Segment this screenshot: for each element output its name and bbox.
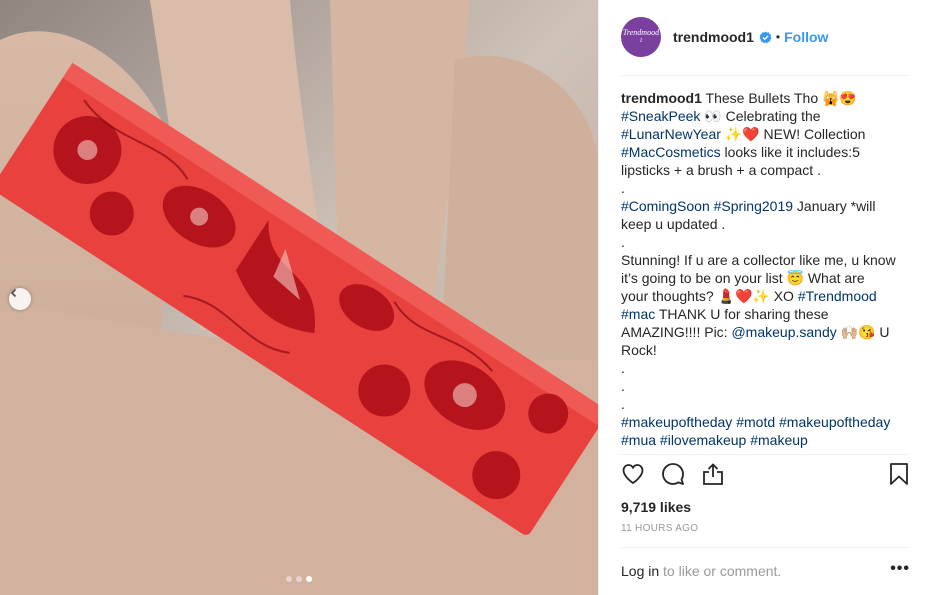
avatar-text: Trendmood — [622, 28, 660, 37]
caption-text: THANK U for sharing these — [655, 306, 829, 322]
hashtag-link[interactable]: #mua — [621, 432, 656, 448]
caption-line: #SneakPeek 👀 Celebrating the — [621, 107, 913, 125]
caption-divider — [621, 454, 909, 455]
hashtag-link[interactable]: #makeup — [750, 432, 808, 448]
heart-icon[interactable] — [621, 462, 645, 486]
hashtag-link[interactable]: #Spring2019 — [714, 198, 793, 214]
carousel-dot — [296, 576, 302, 582]
caption-line: . — [621, 377, 913, 395]
caption-text: . — [621, 396, 625, 412]
footer-divider — [621, 547, 909, 548]
chevron-left-icon — [10, 288, 17, 298]
caption-text: Stunning! If u are a collector like me, … — [621, 252, 896, 268]
login-prompt-text: to like or comment. — [659, 563, 782, 579]
caption-line: keep u updated . — [621, 215, 913, 233]
caption-line: #mac THANK U for sharing these — [621, 305, 913, 323]
comment-icon[interactable] — [661, 462, 685, 486]
follow-button[interactable]: Follow — [784, 29, 828, 45]
post-timestamp[interactable]: 11 HOURS AGO — [621, 523, 698, 534]
caption-line: . — [621, 359, 913, 377]
hashtag-link[interactable]: #LunarNewYear — [621, 126, 721, 142]
caption-text: AMAZING!!!! Pic: — [621, 324, 732, 340]
post-photo — [0, 0, 598, 595]
post-caption: trendmood1 These Bullets Tho 🙀😍 #SneakPee… — [621, 89, 913, 453]
avatar[interactable]: Trendmood 1 — [621, 17, 661, 57]
hashtag-link[interactable]: #SneakPeek — [621, 108, 700, 124]
post-header: Trendmood 1 trendmood1 • Follow — [621, 16, 911, 58]
username-link[interactable]: trendmood1 — [673, 29, 754, 45]
likes-count[interactable]: 9,719 likes — [621, 499, 691, 515]
caption-line: lipsticks + a brush + a compact . — [621, 161, 913, 179]
caption-line: trendmood1 These Bullets Tho 🙀😍 — [621, 89, 913, 107]
caption-line: #LunarNewYear ✨❤️ NEW! Collection — [621, 125, 913, 143]
caption-text: ✨❤️ NEW! Collection — [720, 126, 866, 142]
caption-text: . — [621, 378, 625, 394]
caption-text: it’s going to be on your list 😇 What are — [621, 270, 865, 286]
hashtag-link[interactable]: #mac — [621, 306, 655, 322]
caption-text: These Bullets Tho 🙀😍 — [701, 90, 857, 106]
caption-line: AMAZING!!!! Pic: @makeup.sandy 🙌🏼😘 U — [621, 323, 913, 341]
lipstick-photo — [0, 0, 598, 595]
carousel-indicator — [0, 576, 598, 582]
login-prompt: Log in to like or comment. — [621, 563, 911, 579]
caption-line: it’s going to be on your list 😇 What are — [621, 269, 913, 287]
separator-dot: • — [775, 30, 781, 44]
login-link[interactable]: Log in — [621, 563, 659, 579]
hashtag-link[interactable]: @makeup.sandy — [731, 324, 836, 340]
more-options-button[interactable]: ••• — [890, 560, 910, 578]
verified-badge-icon — [759, 30, 772, 43]
caption-line: Stunning! If u are a collector like me, … — [621, 251, 913, 269]
caption-line: #MacCosmetics looks like it includes:5 — [621, 143, 913, 161]
caption-text: 🙌🏼😘 U — [836, 324, 890, 340]
caption-text: . — [621, 234, 625, 250]
header-divider — [621, 75, 909, 76]
bookmark-icon[interactable] — [887, 462, 911, 486]
action-bar — [621, 462, 911, 490]
caption-text: . — [621, 180, 625, 196]
caption-line: . — [621, 233, 913, 251]
hashtag-link[interactable]: #MacCosmetics — [621, 144, 721, 160]
caption-text: keep u updated . — [621, 216, 726, 232]
hashtag-link[interactable]: #ComingSoon — [621, 198, 710, 214]
caption-text: . — [621, 360, 625, 376]
caption-line: Rock! — [621, 341, 913, 359]
caption-line: . — [621, 395, 913, 413]
hashtag-link[interactable]: #Trendmood — [798, 288, 877, 304]
hashtag-link[interactable]: #makeupoftheday — [779, 414, 890, 430]
caption-line: your thoughts? 💄❤️✨ XO #Trendmood — [621, 287, 913, 305]
caption-text: January *will — [793, 198, 876, 214]
carousel-dot — [286, 576, 292, 582]
caption-line: #mua #ilovemakeup #makeup — [621, 431, 913, 449]
avatar-text-2: 1 — [639, 38, 643, 44]
carousel-dot-active — [306, 576, 312, 582]
share-icon[interactable] — [701, 462, 725, 486]
caption-username-link[interactable]: trendmood1 — [621, 90, 702, 106]
carousel-prev-button[interactable] — [9, 288, 31, 310]
caption-text: looks like it includes:5 — [720, 144, 860, 160]
caption-line: . — [621, 179, 913, 197]
post-side-panel: Trendmood 1 trendmood1 • Follow trendmoo… — [598, 0, 930, 595]
caption-text: lipsticks + a brush + a compact . — [621, 162, 821, 178]
caption-text: your thoughts? 💄❤️✨ XO — [621, 288, 798, 304]
hashtag-link[interactable]: #makeupoftheday — [621, 414, 732, 430]
caption-line: #ComingSoon #Spring2019 January *will — [621, 197, 913, 215]
hashtag-link[interactable]: #motd — [736, 414, 775, 430]
caption-text: Rock! — [621, 342, 657, 358]
caption-text: 👀 Celebrating the — [700, 108, 821, 124]
hashtag-link[interactable]: #ilovemakeup — [660, 432, 746, 448]
caption-line: #makeupoftheday #motd #makeupoftheday — [621, 413, 913, 431]
